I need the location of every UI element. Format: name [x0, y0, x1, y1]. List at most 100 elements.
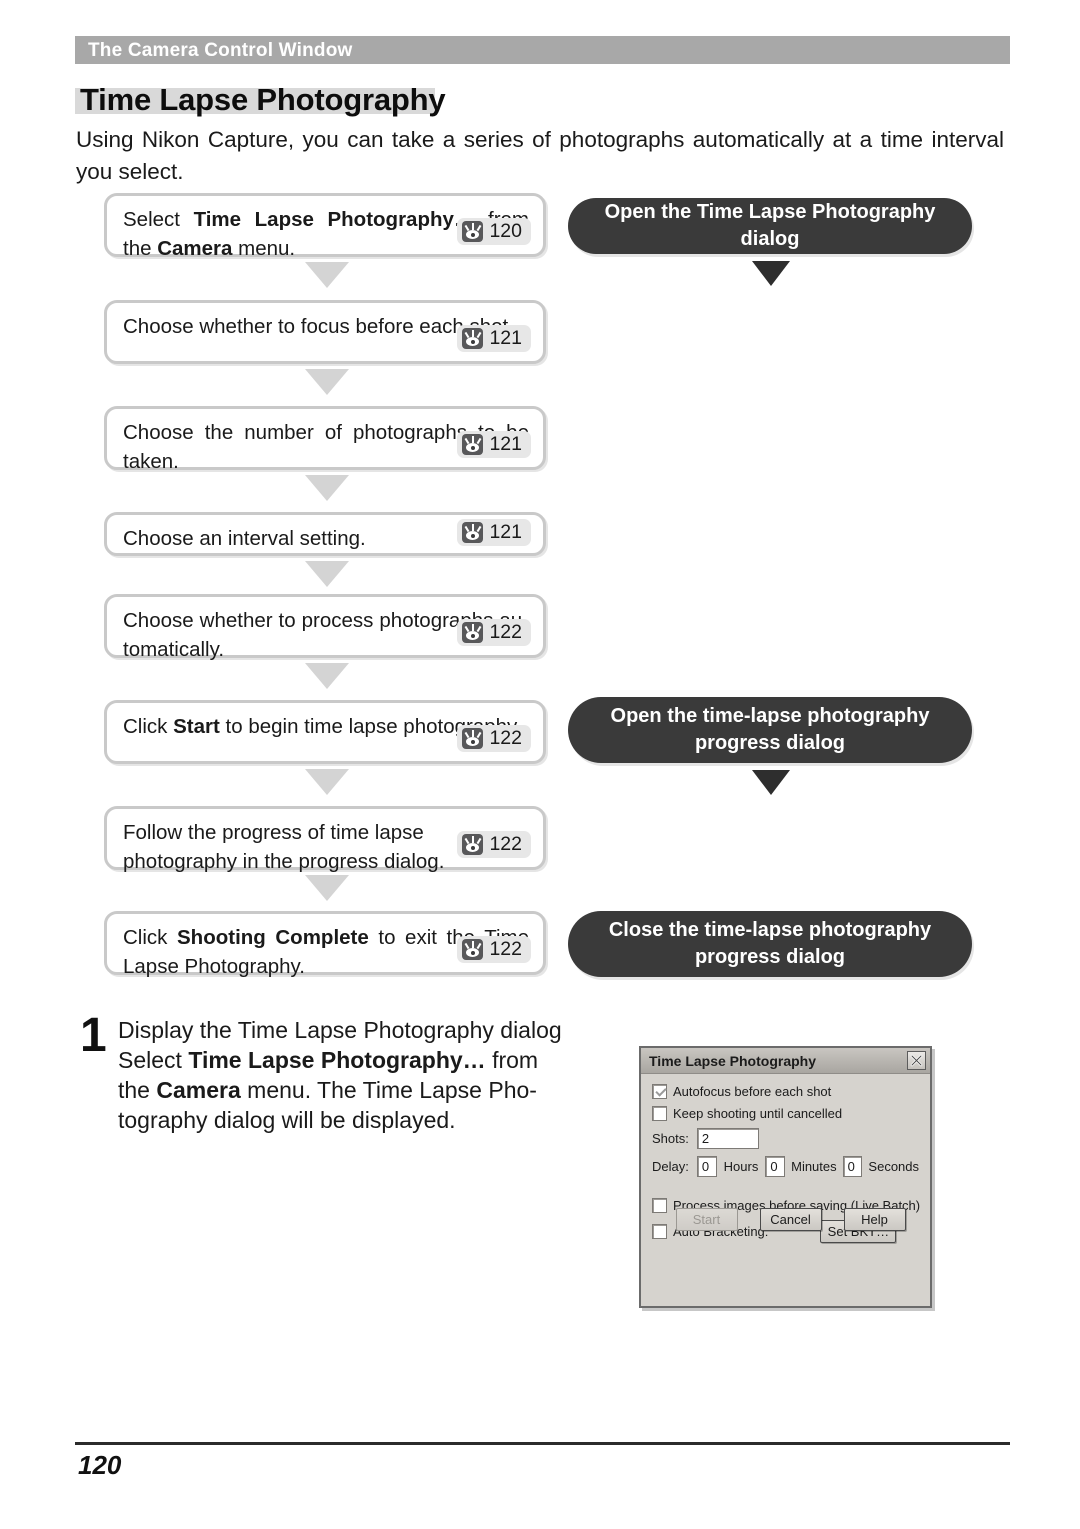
eye-page-reference-icon	[462, 221, 484, 242]
seconds-input[interactable]: 0	[842, 1156, 863, 1177]
callout-arrow-2	[752, 770, 790, 795]
flow-step-1-bold-2: Camera	[157, 237, 233, 260]
intro-line-2: you select.	[76, 159, 184, 184]
flow-step-1-text-a: Select	[123, 208, 194, 231]
callout-open-progress-line-2: progress dialog	[694, 732, 845, 754]
dialog-spacer	[652, 1184, 919, 1198]
flow-arrow-6	[305, 769, 349, 795]
callout-open-dialog: Open the Time Lapse Photography dialog	[568, 198, 972, 254]
step-line-3-bold: Camera	[156, 1077, 241, 1103]
dialog-title-text: Time Lapse Photography	[649, 1052, 816, 1069]
time-lapse-photography-dialog: Time Lapse Photography Autofocus before …	[639, 1046, 932, 1308]
keep-shooting-checkbox-row[interactable]: Keep shooting until cancelled	[652, 1106, 919, 1121]
step-line-3-c: menu. The Time Lapse Pho-	[240, 1077, 537, 1103]
callout-close-progress-line-1: Close the time-lapse photography	[608, 919, 932, 941]
page-reference-5: 122	[457, 619, 531, 646]
running-header-band: The Camera Control Window	[75, 36, 1010, 64]
step-line-3: the Camera menu. The Time Lapse Pho-	[118, 1075, 618, 1105]
start-button[interactable]: Start	[675, 1208, 738, 1231]
eye-page-reference-icon	[462, 522, 484, 543]
dialog-button-row: Start Cancel Help	[652, 1208, 919, 1231]
eye-page-reference-icon	[462, 434, 484, 455]
flow-step-1-bold-1: Time Lapse Photography…	[193, 208, 475, 231]
flow-arrow-3	[305, 475, 349, 501]
page-reference-2-number: 121	[489, 327, 522, 349]
flow-step-2: Choose whether to focus before each shot…	[104, 300, 546, 364]
autofocus-checkbox[interactable]	[652, 1084, 667, 1099]
page-reference-8: 122	[457, 936, 531, 963]
callout-open-progress-line-1: Open the time-lapse photography	[610, 705, 930, 727]
step-heading: Display the Time Lapse Photography dialo…	[118, 1017, 562, 1043]
delay-label: Delay:	[652, 1159, 689, 1174]
flow-step-7: Follow the progress of time lapse photog…	[104, 806, 546, 873]
step-number: 1	[80, 1009, 107, 1062]
shots-label: Shots:	[652, 1131, 689, 1146]
flow-step-8-text-a: Click	[123, 926, 177, 949]
step-line-2-a: Select	[118, 1047, 189, 1073]
step-line-3-a: the	[118, 1077, 157, 1103]
dialog-body: Autofocus before each shot Keep shooting…	[641, 1074, 930, 1243]
minutes-label: Minutes	[791, 1159, 837, 1174]
callout-open-dialog-text: Open the Time Lapse Photography dialog	[604, 201, 936, 250]
shots-row: Shots: 2	[652, 1128, 919, 1149]
page-reference-1-number: 120	[489, 220, 522, 242]
page-reference-8-number: 122	[489, 938, 522, 960]
page-reference-5-number: 122	[489, 621, 522, 643]
page-title-text: Time Lapse Photography	[80, 82, 446, 117]
flow-step-4: Choose an interval setting. 121	[104, 512, 546, 556]
minutes-input[interactable]: 0	[765, 1156, 786, 1177]
shots-input[interactable]: 2	[696, 1128, 759, 1149]
intro-line-1: Using Nikon Capture, you can take a seri…	[76, 127, 1004, 152]
step-line-2-c: from	[485, 1047, 539, 1073]
dialog-title-bar: Time Lapse Photography	[641, 1048, 930, 1074]
autofocus-checkbox-row[interactable]: Autofocus before each shot	[652, 1084, 919, 1099]
flow-arrow-5	[305, 663, 349, 689]
eye-page-reference-icon	[462, 328, 484, 349]
keep-shooting-checkbox[interactable]	[652, 1106, 667, 1121]
page-reference-4: 121	[457, 519, 531, 546]
eye-page-reference-icon	[462, 728, 484, 749]
manual-page: The Camera Control Window Time Lapse Pho…	[0, 0, 1080, 1529]
flow-step-5: Choose whether to process photographs au…	[104, 594, 546, 661]
help-button[interactable]: Help	[843, 1208, 906, 1231]
step-line-2-bold: Time Lapse Photography…	[188, 1047, 486, 1073]
flow-step-8: Click Shooting Complete to exit the Time…	[104, 911, 546, 978]
cancel-button[interactable]: Cancel	[759, 1208, 822, 1231]
seconds-label: Seconds	[868, 1159, 920, 1174]
running-header-text: The Camera Control Window	[88, 40, 353, 61]
flow-arrow-4	[305, 561, 349, 587]
page-reference-2: 121	[457, 325, 531, 352]
page-reference-3-number: 121	[489, 433, 522, 455]
callout-close-progress-text: Close the time-lapse photography progres…	[587, 906, 953, 982]
eye-page-reference-icon	[462, 622, 484, 643]
step-line-4: tography dialog will be displayed.	[118, 1107, 456, 1133]
intro-paragraph: Using Nikon Capture, you can take a seri…	[76, 124, 1004, 188]
flow-step-8-bold: Shooting Complete	[177, 926, 369, 949]
footer-rule	[75, 1442, 1010, 1445]
page-reference-1: 120	[457, 218, 531, 245]
flow-step-6: Click Start to begin time lapse photogra…	[104, 700, 546, 764]
callout-open-progress: Open the time-lapse photography progress…	[568, 697, 972, 763]
flow-arrow-7	[305, 875, 349, 901]
close-icon[interactable]	[907, 1051, 926, 1070]
flow-step-6-text-a: Click	[123, 715, 174, 738]
callout-arrow-1	[752, 261, 790, 286]
footer-page-number: 120	[78, 1450, 122, 1480]
page-reference-7: 122	[457, 831, 531, 858]
callout-close-progress-line-2: progress dialog	[694, 946, 845, 968]
callout-open-progress-text: Open the time-lapse photography progress…	[589, 692, 952, 768]
page-title: Time Lapse Photography	[75, 82, 446, 118]
autofocus-checkbox-label: Autofocus before each shot	[673, 1084, 832, 1099]
eye-page-reference-icon	[462, 834, 484, 855]
step-line-2: Select Time Lapse Photography… from	[118, 1045, 618, 1075]
hours-label: Hours	[723, 1159, 759, 1174]
page-reference-6: 122	[457, 725, 531, 752]
page-reference-6-number: 122	[489, 727, 522, 749]
page-reference-3: 121	[457, 431, 531, 458]
flow-arrow-2	[305, 369, 349, 395]
hours-input[interactable]: 0	[696, 1156, 717, 1177]
callout-close-progress: Close the time-lapse photography progres…	[568, 911, 972, 977]
keep-shooting-checkbox-label: Keep shooting until cancelled	[673, 1106, 843, 1121]
step-body: Display the Time Lapse Photography dialo…	[118, 1015, 618, 1135]
flow-step-1-text-c: menu.	[232, 237, 296, 260]
